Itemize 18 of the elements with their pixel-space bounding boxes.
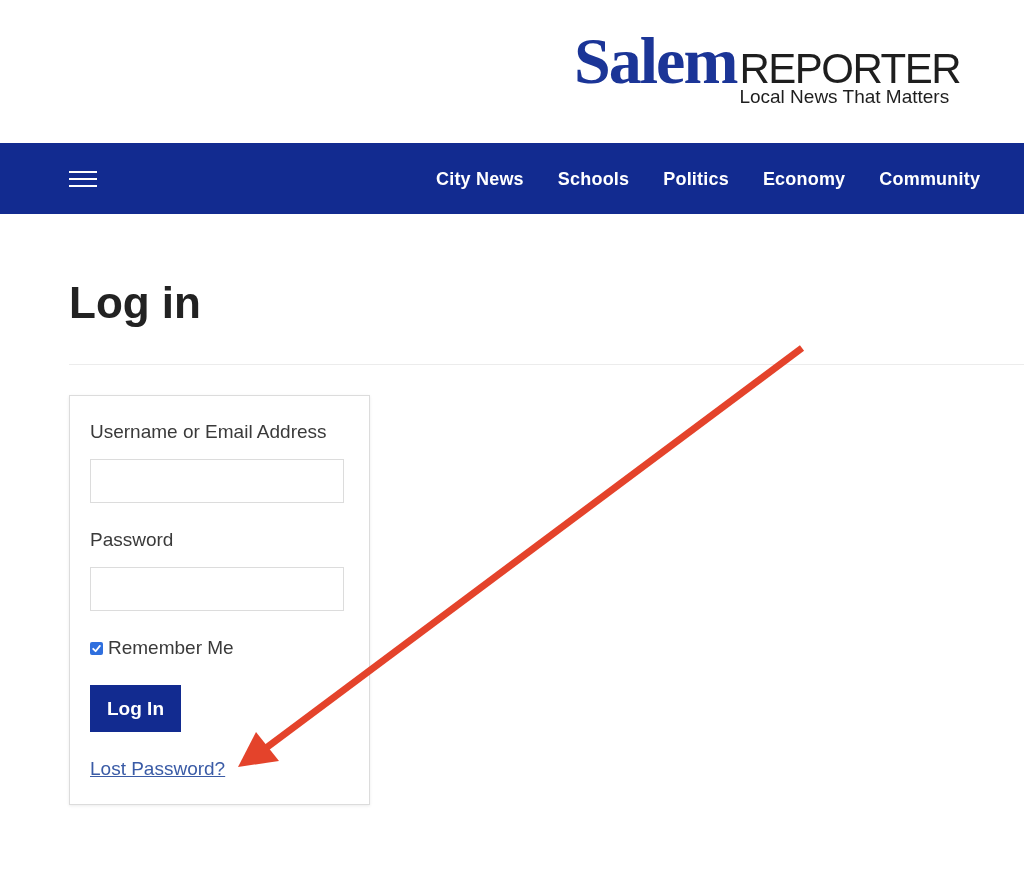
- nav-link[interactable]: Community: [879, 167, 981, 190]
- field-label: Username or Email Address: [90, 420, 327, 444]
- nav-link[interactable]: Schools: [557, 167, 630, 190]
- field-label: Password: [90, 528, 174, 552]
- nav-link[interactable]: City News: [436, 167, 524, 190]
- nav-link[interactable]: Politics: [663, 167, 729, 190]
- page-title: Log in: [69, 281, 201, 325]
- lost-password-link[interactable]: Lost Password?: [90, 757, 226, 781]
- checkbox-label: Remember Me: [108, 636, 234, 660]
- nav-link[interactable]: Economy: [762, 167, 846, 190]
- login-button[interactable]: Log In: [90, 685, 181, 732]
- menu-icon[interactable]: [69, 170, 97, 187]
- logo-tagline: Local News That Matters: [739, 87, 950, 106]
- input-field[interactable]: [90, 567, 344, 611]
- input-field[interactable]: [90, 459, 344, 503]
- logo-wordmark-suffix: REPORTER: [739, 48, 960, 90]
- logo-wordmark: Salem: [574, 28, 737, 94]
- checkbox[interactable]: [90, 641, 103, 655]
